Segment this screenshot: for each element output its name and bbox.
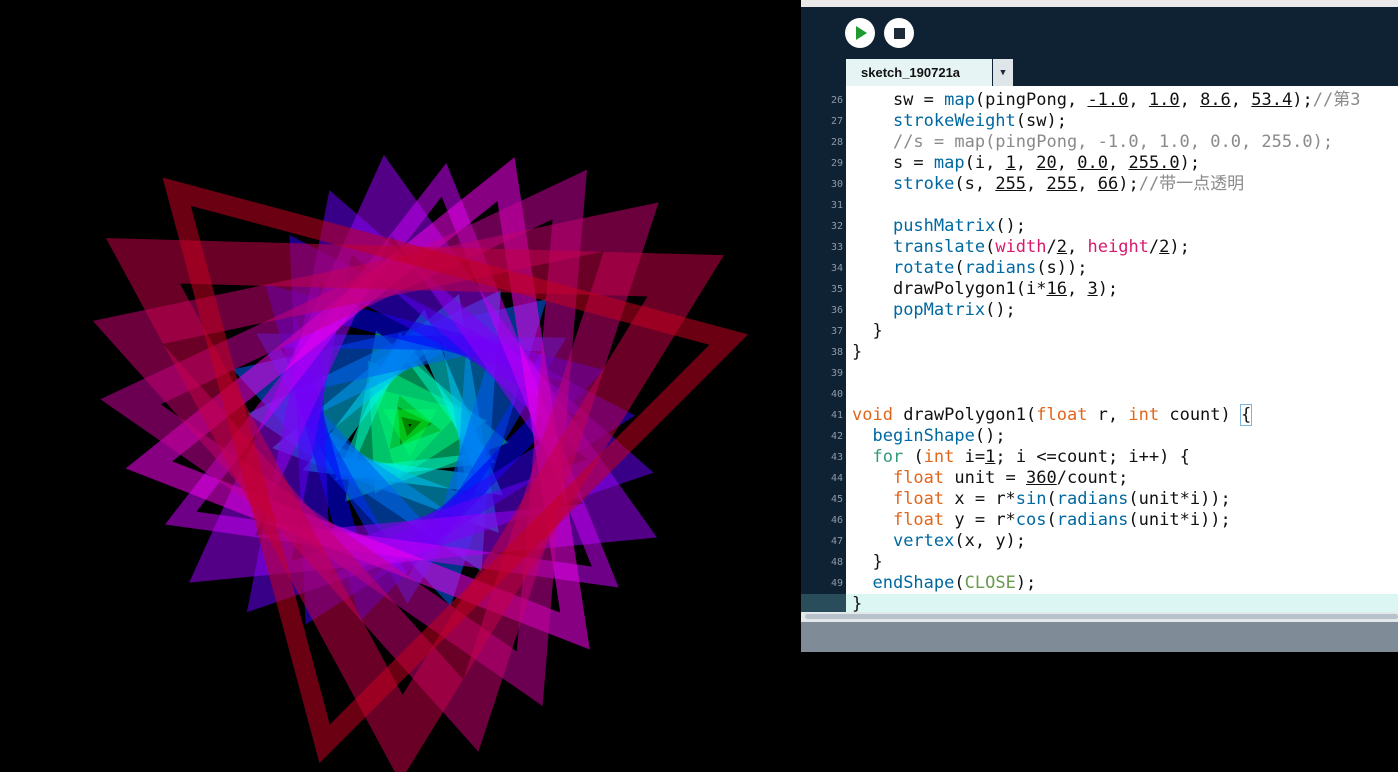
line-number: 28 xyxy=(830,137,843,148)
code-line[interactable]: float unit = 360/count; xyxy=(846,468,1398,489)
code-line[interactable]: stroke(s, 255, 255, 66);//带一点透明 xyxy=(846,174,1398,195)
console-area[interactable] xyxy=(801,652,1398,772)
line-number-gutter: 26 27 28 29 30 31 32 33 34 35 36 37 38 39 40 41 42 43 44 45… xyxy=(801,86,846,612)
code-line[interactable]: beginShape(); xyxy=(846,426,1398,447)
code-line[interactable]: strokeWeight(sw); xyxy=(846,111,1398,132)
code-line[interactable]: float y = r*cos(radians(unit*i)); xyxy=(846,510,1398,531)
line-number: 36 xyxy=(830,305,843,316)
code-line[interactable]: //s = map(pingPong, -1.0, 1.0, 0.0, 255.… xyxy=(846,132,1398,153)
code-editor[interactable]: sw = map(pingPong, -1.0, 1.0, 8.6, 53.4)… xyxy=(846,86,1398,612)
line-number: 45 xyxy=(830,494,843,505)
line-number: 44 xyxy=(830,473,843,484)
line-number: 34 xyxy=(830,263,843,274)
line-number: 43 xyxy=(830,452,843,463)
scrollbar-thumb[interactable] xyxy=(805,614,1398,619)
line-number: 31 xyxy=(830,200,843,211)
code-line[interactable]: rotate(radians(s)); xyxy=(846,258,1398,279)
code-line[interactable]: } xyxy=(846,321,1398,342)
stop-icon xyxy=(893,27,905,39)
tab-sketch[interactable]: sketch_190721a xyxy=(846,59,992,86)
code-line[interactable]: vertex(x, y); xyxy=(846,531,1398,552)
line-number: 26 xyxy=(830,95,843,106)
code-line[interactable]: } xyxy=(846,594,1398,612)
play-icon xyxy=(856,26,867,40)
line-number: 49 xyxy=(830,578,843,589)
line-number: 48 xyxy=(830,557,843,568)
line-number: 47 xyxy=(830,536,843,547)
code-line[interactable] xyxy=(846,384,1398,405)
line-number: 35 xyxy=(830,284,843,295)
chevron-down-icon: ▼ xyxy=(1000,67,1006,78)
code-line[interactable]: float x = r*sin(radians(unit*i)); xyxy=(846,489,1398,510)
stop-button[interactable] xyxy=(884,18,914,48)
line-number: 46 xyxy=(830,515,843,526)
code-line[interactable]: sw = map(pingPong, -1.0, 1.0, 8.6, 53.4)… xyxy=(846,90,1398,111)
line-number: 42 xyxy=(830,431,843,442)
code-line[interactable]: } xyxy=(846,342,1398,363)
line-number: 32 xyxy=(830,221,843,232)
code-line[interactable] xyxy=(846,195,1398,216)
line-number: 33 xyxy=(830,242,843,253)
processing-editor-window: sketch_190721a ▼ 26 27 28 29 30 31 32 33 34 35 36 3… xyxy=(801,0,1398,772)
tab-label: sketch_190721a xyxy=(861,65,961,80)
run-button[interactable] xyxy=(845,18,875,48)
code-line[interactable]: for (int i=1; i <=count; i++) { xyxy=(846,447,1398,468)
window-titlebar[interactable] xyxy=(801,0,1398,7)
code-line[interactable]: translate(width/2, height/2); xyxy=(846,237,1398,258)
line-number: 40 xyxy=(830,389,843,400)
polygon-artwork xyxy=(92,154,749,772)
code-line[interactable]: drawPolygon1(i*16, 3); xyxy=(846,279,1398,300)
line-number: 29 xyxy=(830,158,843,169)
code-line[interactable] xyxy=(846,363,1398,384)
tab-menu-dropdown[interactable]: ▼ xyxy=(993,59,1013,86)
code-line[interactable]: pushMatrix(); xyxy=(846,216,1398,237)
tab-bar: sketch_190721a ▼ xyxy=(801,59,1398,86)
code-line[interactable]: void drawPolygon1(float r, int count) { xyxy=(846,404,1398,426)
line-number: 37 xyxy=(830,326,843,337)
line-number: 30 xyxy=(830,179,843,190)
line-number: 27 xyxy=(830,116,843,127)
code-line[interactable]: s = map(i, 1, 20, 0.0, 255.0); xyxy=(846,153,1398,174)
code-line[interactable]: } xyxy=(846,552,1398,573)
code-line[interactable]: popMatrix(); xyxy=(846,300,1398,321)
toolbar xyxy=(801,7,1398,59)
horizontal-scrollbar[interactable] xyxy=(801,612,1398,622)
line-number: 41 xyxy=(830,410,843,421)
line-number: 39 xyxy=(830,368,843,379)
code-line[interactable]: endShape(CLOSE); xyxy=(846,573,1398,594)
status-bar xyxy=(801,622,1398,652)
line-number: 38 xyxy=(830,347,843,358)
sketch-output-canvas xyxy=(0,0,800,772)
